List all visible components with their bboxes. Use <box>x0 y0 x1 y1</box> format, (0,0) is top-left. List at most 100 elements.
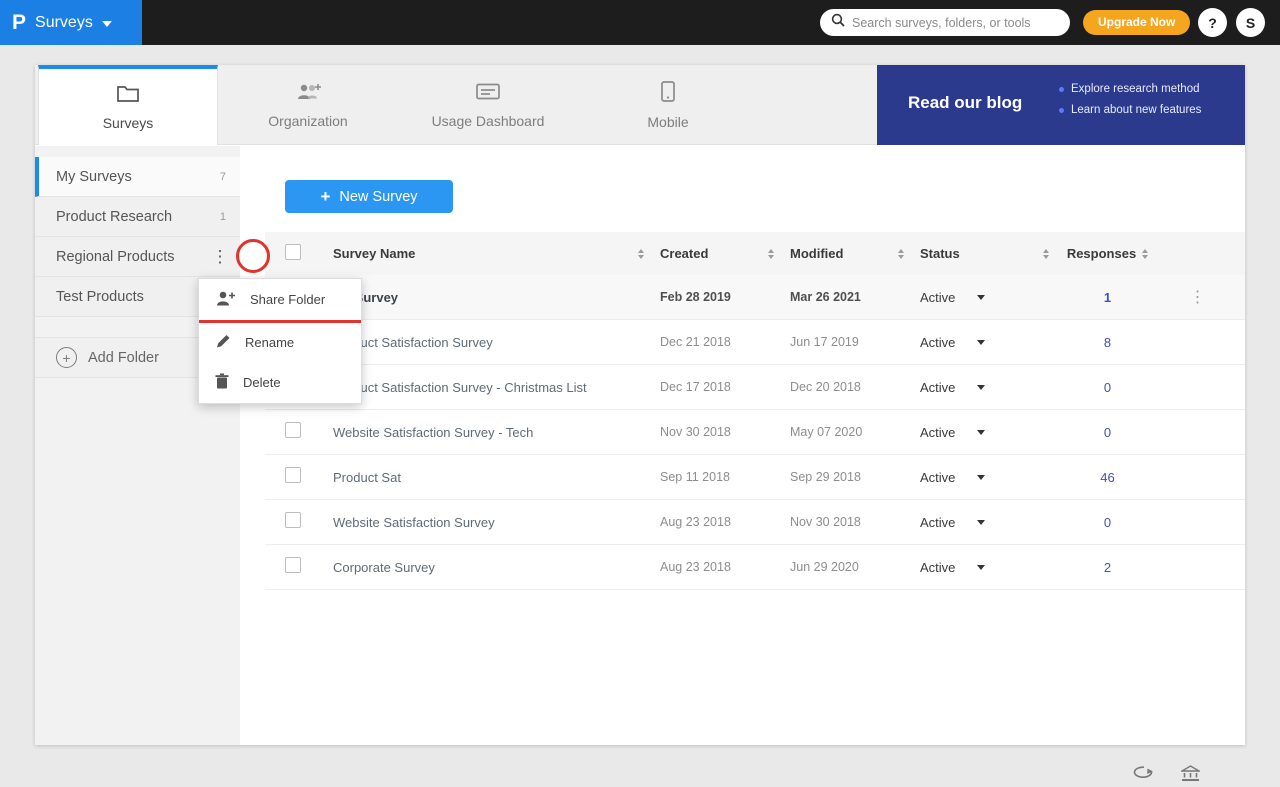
responses-count[interactable]: 0 <box>1104 515 1111 530</box>
table-row: My Survey Feb 28 2019 Mar 26 2021 Active… <box>265 275 1245 320</box>
archive-bank-icon[interactable] <box>1181 765 1200 787</box>
status-dropdown-icon[interactable] <box>977 385 985 390</box>
global-search <box>820 9 1070 36</box>
modified-date: May 07 2020 <box>790 425 862 439</box>
brand-logo-icon: P <box>12 11 26 35</box>
folder-icon <box>116 84 140 106</box>
status-dropdown-icon[interactable] <box>977 475 985 480</box>
header-status[interactable]: Status <box>920 246 960 261</box>
select-all-checkbox[interactable] <box>285 244 301 260</box>
plus-icon: + <box>320 187 330 207</box>
status-dropdown-icon[interactable] <box>977 565 985 570</box>
tab-surveys[interactable]: Surveys <box>38 65 218 145</box>
new-survey-button[interactable]: + New Survey <box>285 180 453 213</box>
responses-count[interactable]: 46 <box>1100 470 1114 485</box>
search-input[interactable] <box>852 16 1059 30</box>
status-value: Active <box>920 290 955 305</box>
share-person-icon <box>215 290 236 309</box>
created-date: Aug 23 2018 <box>660 560 731 574</box>
sidebar-item-regional-products[interactable]: Regional Products ⋮ <box>35 237 240 277</box>
trash-icon <box>215 373 229 392</box>
folder-label: Test Products <box>56 289 144 305</box>
read-blog-link[interactable]: Read our blog <box>908 93 1022 113</box>
upgrade-now-button[interactable]: Upgrade Now <box>1083 10 1190 35</box>
responses-count[interactable]: 0 <box>1104 380 1111 395</box>
tab-label: Mobile <box>647 114 688 130</box>
help-button[interactable]: ? <box>1198 8 1227 37</box>
avatar[interactable]: S <box>1236 8 1265 37</box>
main-card: Surveys Organization Usage Dashboard <box>35 65 1245 745</box>
tab-usage-dashboard[interactable]: Usage Dashboard <box>398 65 578 145</box>
mobile-icon <box>661 81 675 105</box>
row-checkbox[interactable] <box>285 512 301 528</box>
folder-sidebar: My Surveys 7 Product Research 1 Regional… <box>35 146 240 745</box>
status-value: Active <box>920 335 955 350</box>
status-value: Active <box>920 560 955 575</box>
created-date: Dec 21 2018 <box>660 335 731 349</box>
restore-icon[interactable] <box>1133 765 1155 787</box>
created-date: Nov 30 2018 <box>660 425 731 439</box>
survey-name-link[interactable]: Corporate Survey <box>333 560 435 575</box>
row-checkbox[interactable] <box>285 422 301 438</box>
status-dropdown-icon[interactable] <box>977 340 985 345</box>
status-dropdown-icon[interactable] <box>977 295 985 300</box>
folder-context-menu: Share Folder Rename Delete <box>198 278 362 404</box>
responses-count[interactable]: 1 <box>1104 290 1111 305</box>
tab-label: Organization <box>268 113 347 129</box>
dashboard-icon <box>476 82 500 104</box>
blog-bullet: Explore research method <box>1059 83 1201 95</box>
header-survey-name[interactable]: Survey Name <box>333 246 415 261</box>
folder-kebab-menu-icon[interactable]: ⋮ <box>210 247 230 267</box>
row-kebab-menu-icon[interactable]: ⋮ <box>1150 287 1245 307</box>
status-dropdown-icon[interactable] <box>977 520 985 525</box>
brand-menu[interactable]: P Surveys <box>0 0 142 45</box>
menu-item-delete[interactable]: Delete <box>199 362 361 403</box>
modified-date: Nov 30 2018 <box>790 515 861 529</box>
survey-name-link[interactable]: Website Satisfaction Survey <box>333 515 495 530</box>
created-date: Feb 28 2019 <box>660 290 731 304</box>
blog-bullet-text: Explore research method <box>1071 83 1199 95</box>
header-responses[interactable]: Responses <box>1067 246 1136 261</box>
new-survey-label: New Survey <box>339 189 417 205</box>
modified-date: Sep 29 2018 <box>790 470 861 484</box>
status-value: Active <box>920 425 955 440</box>
status-dropdown-icon[interactable] <box>977 430 985 435</box>
survey-name-link[interactable]: Product Satisfaction Survey - Christmas … <box>333 380 587 395</box>
blog-bullet-text: Learn about new features <box>1071 104 1201 116</box>
table-row: Product Satisfaction Survey - Christmas … <box>265 365 1245 410</box>
sort-icon[interactable] <box>1043 249 1049 259</box>
menu-item-share-folder[interactable]: Share Folder <box>199 279 361 323</box>
folder-label: Product Research <box>56 209 172 225</box>
add-folder-label: Add Folder <box>88 350 159 366</box>
menu-item-rename[interactable]: Rename <box>199 323 361 362</box>
sidebar-item-my-surveys[interactable]: My Surveys 7 <box>35 157 240 197</box>
sort-icon[interactable] <box>638 249 644 259</box>
row-checkbox[interactable] <box>285 557 301 573</box>
folder-label: Regional Products <box>56 249 175 265</box>
blog-bullet-list: Explore research method Learn about new … <box>1059 83 1201 125</box>
created-date: Dec 17 2018 <box>660 380 731 394</box>
survey-name-link[interactable]: Website Satisfaction Survey - Tech <box>333 425 533 440</box>
responses-count[interactable]: 2 <box>1104 560 1111 575</box>
sort-icon[interactable] <box>768 249 774 259</box>
header-modified[interactable]: Modified <box>790 246 843 261</box>
modified-date: Jun 29 2020 <box>790 560 859 574</box>
responses-count[interactable]: 8 <box>1104 335 1111 350</box>
sort-icon[interactable] <box>898 249 904 259</box>
tab-organization[interactable]: Organization <box>218 65 398 145</box>
sort-icon[interactable] <box>1142 249 1148 259</box>
search-icon <box>831 13 845 32</box>
row-checkbox[interactable] <box>285 467 301 483</box>
folder-count: 1 <box>220 211 226 223</box>
tab-strip: Surveys Organization Usage Dashboard <box>35 65 1245 145</box>
table-row: Website Satisfaction Survey Aug 23 2018 … <box>265 500 1245 545</box>
modified-date: Mar 26 2021 <box>790 290 861 304</box>
table-header: Survey Name Created Modified Status Resp… <box>265 232 1245 275</box>
sidebar-item-product-research[interactable]: Product Research 1 <box>35 197 240 237</box>
survey-name-link[interactable]: Product Sat <box>333 470 401 485</box>
responses-count[interactable]: 0 <box>1104 425 1111 440</box>
menu-item-label: Share Folder <box>250 292 325 307</box>
header-created[interactable]: Created <box>660 246 708 261</box>
tab-mobile[interactable]: Mobile <box>578 65 758 145</box>
table-row: Product Satisfaction Survey Dec 21 2018 … <box>265 320 1245 365</box>
